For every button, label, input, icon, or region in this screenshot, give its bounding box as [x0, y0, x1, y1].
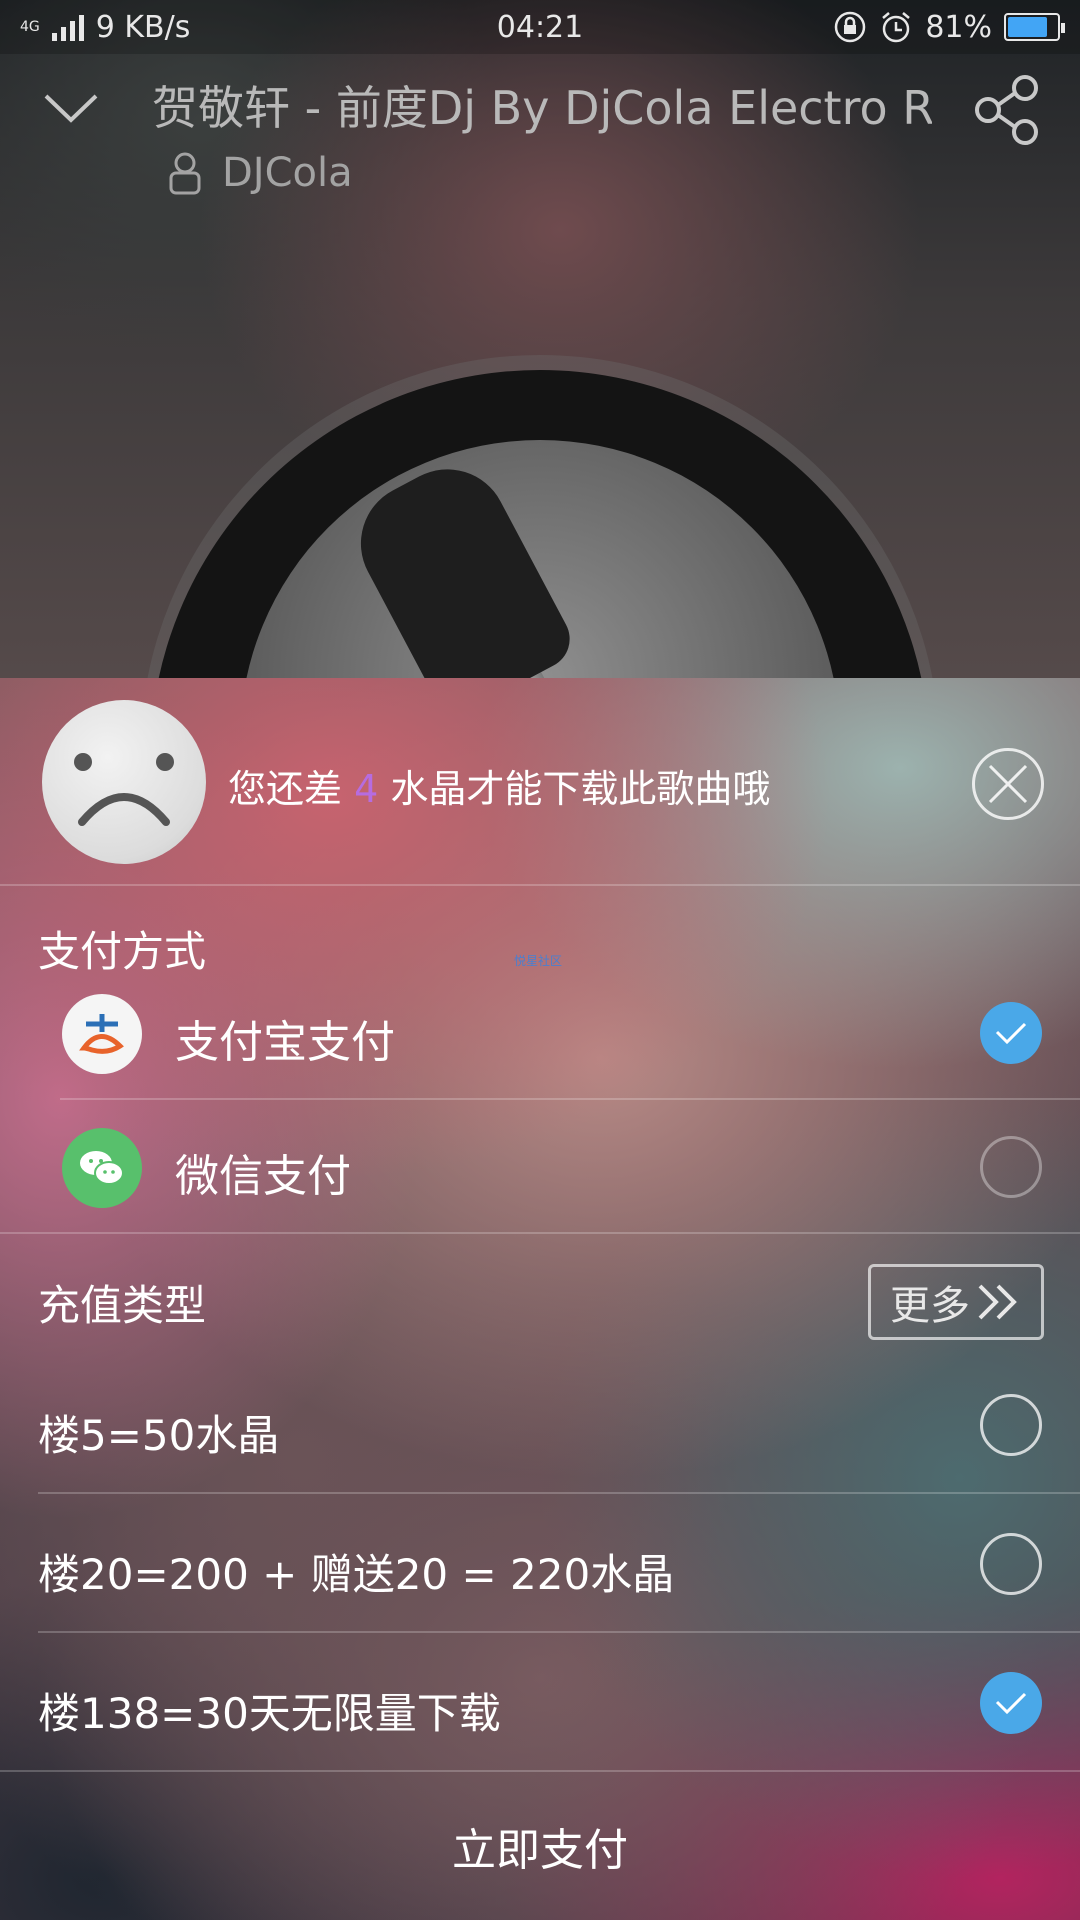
player-header: 贺敬轩 - 前度Dj By DjCola Electro R.. DJCola: [0, 54, 1080, 214]
close-button[interactable]: [972, 748, 1044, 820]
download-payment-sheet: 您还差 4 水晶才能下载此歌曲哦 悦星社区 支付方式 支付宝支付 微信支付 充值…: [0, 678, 1080, 1920]
payment-radio-checked[interactable]: [980, 1002, 1042, 1064]
checkmark-icon: [995, 1692, 1027, 1715]
watermark: 悦星社区: [514, 954, 563, 968]
alipay-icon: [62, 994, 142, 1074]
payment-radio-unchecked[interactable]: [980, 1136, 1042, 1198]
wechat-icon: [62, 1128, 142, 1208]
payment-option-label: 支付宝支付: [175, 1017, 395, 1068]
alarm-icon: [882, 12, 911, 43]
recharge-option-label: 楼5=50水晶: [38, 1411, 280, 1460]
battery-icon: [1004, 13, 1065, 41]
battery-percent: 81%: [925, 9, 992, 45]
divider: [60, 1098, 1080, 1100]
recharge-option-label: 楼138=30天无限量下载: [38, 1689, 501, 1738]
status-bar: 4G 9 KB/s 04:21 81%: [0, 0, 1080, 54]
share-icon: [975, 75, 1038, 145]
share-button[interactable]: [970, 72, 1046, 148]
signal-icon: [51, 13, 84, 41]
pay-now-button[interactable]: 立即支付: [0, 1772, 1080, 1920]
crystal-warning-row: 您还差 4 水晶才能下载此歌曲哦: [0, 678, 1080, 884]
recharge-radio-checked[interactable]: [980, 1672, 1042, 1734]
divider: [38, 1631, 1080, 1633]
double-chevron-right-icon: [978, 1284, 1017, 1320]
network-speed: 9 KB/s: [95, 9, 191, 45]
song-title: 贺敬轩 - 前度Dj By DjCola Electro R..: [152, 81, 932, 135]
divider: [0, 1232, 1080, 1234]
artist-name: DJCola: [222, 150, 353, 196]
sad-face-icon: [42, 700, 206, 864]
recharge-option[interactable]: 楼138=30天无限量下载: [0, 1634, 1080, 1772]
recharge-radio-unchecked[interactable]: [980, 1394, 1042, 1456]
warning-prefix: 您还差: [228, 767, 355, 811]
chevron-down-icon: [44, 94, 98, 123]
payment-option-alipay[interactable]: 支付宝支付: [0, 968, 1080, 1098]
close-icon: [988, 764, 1028, 804]
payment-option-wechat[interactable]: 微信支付: [0, 1102, 1080, 1232]
more-button[interactable]: 更多: [868, 1264, 1044, 1340]
missing-crystal-count: 4: [354, 767, 379, 811]
recharge-option[interactable]: 楼20=200 + 赠送20 = 220水晶: [0, 1495, 1080, 1633]
divider: [0, 884, 1080, 886]
user-icon: [169, 152, 201, 195]
payment-option-label: 微信支付: [175, 1151, 351, 1202]
recharge-type-title: 充值类型: [38, 1281, 207, 1330]
recharge-option[interactable]: 楼5=50水晶: [0, 1356, 1080, 1494]
crystal-warning-text: 您还差 4 水晶才能下载此歌曲哦: [228, 758, 770, 813]
network-type: 4G: [20, 19, 40, 35]
artist-row[interactable]: DJCola: [168, 150, 353, 196]
recharge-option-label: 楼20=200 + 赠送20 = 220水晶: [38, 1550, 675, 1599]
divider: [38, 1492, 1080, 1494]
collapse-button[interactable]: [38, 74, 104, 140]
recharge-radio-unchecked[interactable]: [980, 1533, 1042, 1595]
warning-suffix: 水晶才能下载此歌曲哦: [378, 767, 771, 811]
checkmark-icon: [995, 1022, 1027, 1045]
more-label: 更多: [890, 1283, 970, 1329]
rotation-lock-icon: [835, 11, 866, 43]
